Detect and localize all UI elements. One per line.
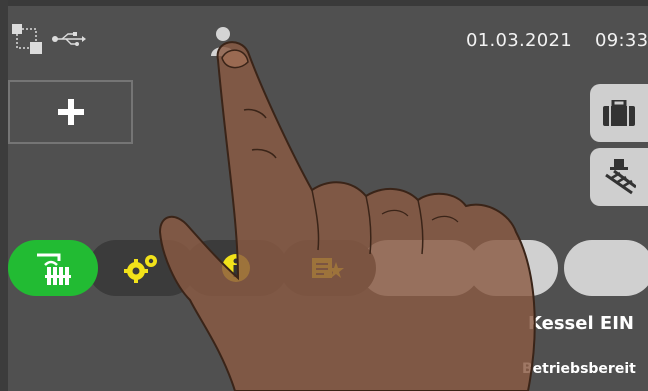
date-display: 01.03.2021 xyxy=(466,30,573,51)
plus-icon xyxy=(57,99,84,125)
tab-notes[interactable] xyxy=(280,240,376,296)
tab-empty-2[interactable] xyxy=(564,240,648,296)
briefcase-button[interactable] xyxy=(590,84,648,142)
gears-icon xyxy=(124,255,157,283)
heating-radiator-icon xyxy=(37,253,71,285)
add-button[interactable] xyxy=(8,80,133,144)
tab-empty-1[interactable] xyxy=(468,240,558,296)
briefcase-icon xyxy=(603,100,635,126)
tab-bar xyxy=(8,240,648,296)
tab-info[interactable] xyxy=(184,240,288,296)
notes-star-icon xyxy=(312,258,344,278)
top-frame xyxy=(0,0,648,6)
chimney-sweep-button[interactable] xyxy=(590,148,648,206)
boiler-status: Kessel EIN xyxy=(528,313,634,334)
usb-icon xyxy=(52,32,86,46)
tab-settings[interactable] xyxy=(88,240,196,296)
tab-empty-0[interactable] xyxy=(360,240,480,296)
tab-heating[interactable] xyxy=(8,240,98,296)
info-icon xyxy=(222,254,250,282)
time-display: 09:33 xyxy=(595,30,648,51)
user-icon[interactable] xyxy=(210,26,236,56)
operating-status: Betriebsbereit xyxy=(522,361,636,377)
chimney-sweep-icon xyxy=(605,159,636,195)
left-frame xyxy=(0,0,8,391)
network-icon xyxy=(12,24,42,54)
